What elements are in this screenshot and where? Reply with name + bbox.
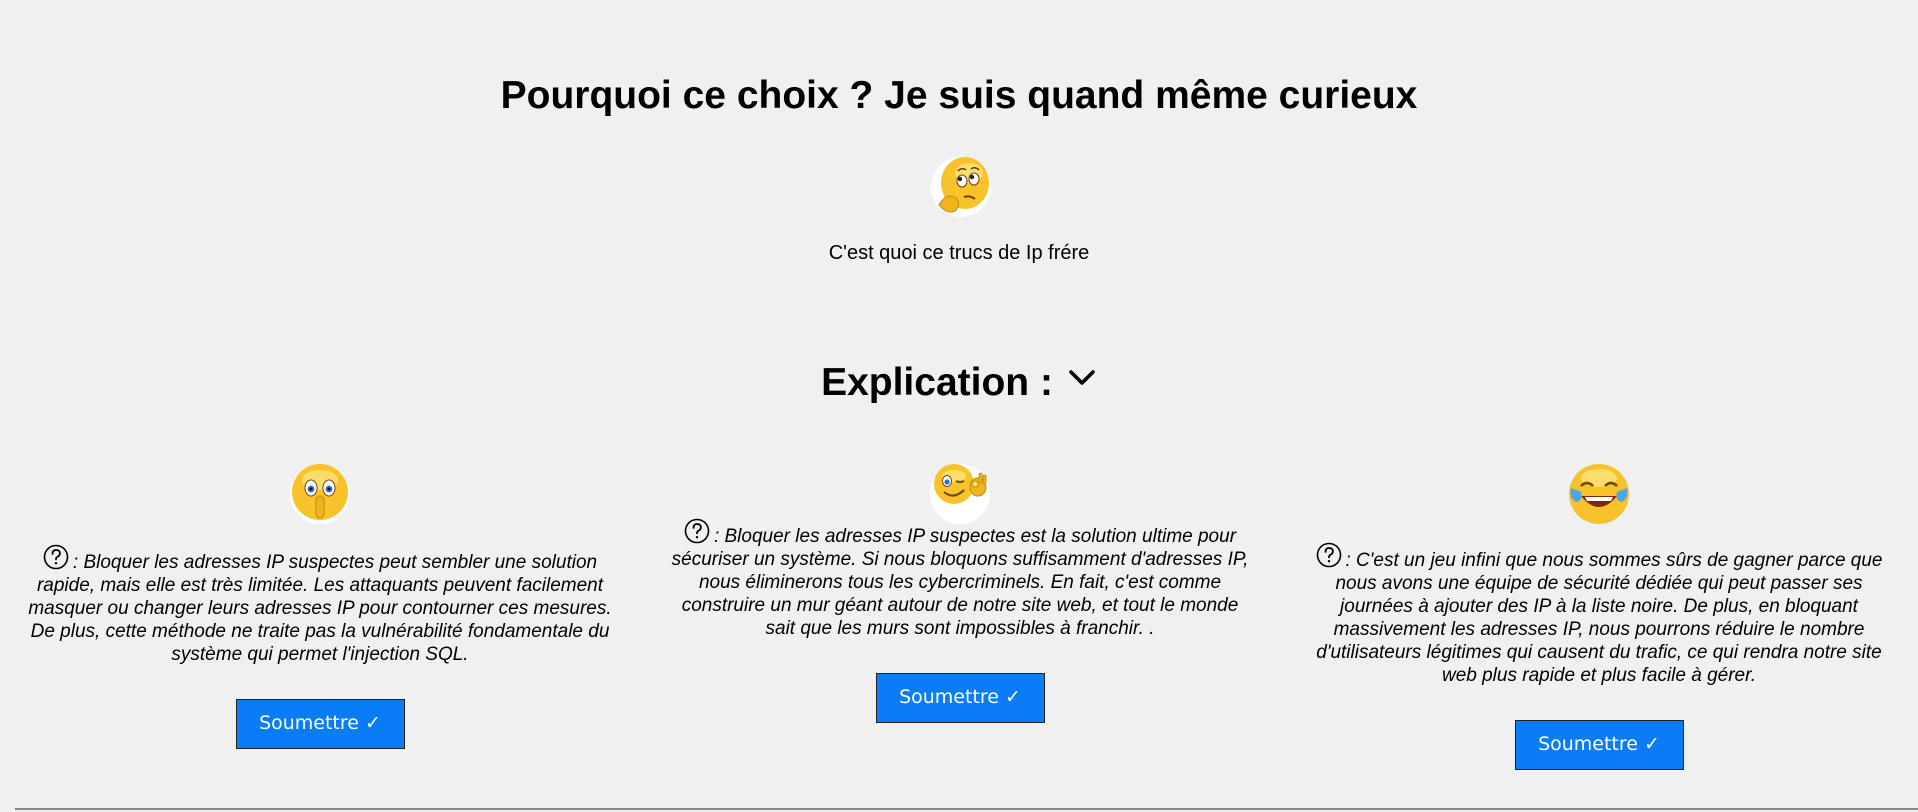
question-icon [1316, 542, 1341, 568]
answer-card-1: : Bloquer les adresses IP suspectes peut… [20, 462, 620, 749]
subtitle: C'est quoi ce trucs de Ip frére [828, 242, 1090, 264]
explication-toggle[interactable]: Explication : [0, 360, 1918, 406]
divider [15, 808, 1918, 810]
answer-card-2: : Bloquer les adresses IP suspectes est … [660, 462, 1260, 723]
answer-text-1-body: : Bloquer les adresses IP suspectes peut… [28, 552, 612, 665]
answer-text-3-body: : C'est un jeu infini que nous sommes sû… [1316, 550, 1883, 686]
submit-button-3[interactable]: Soumettre ✓ [1514, 720, 1684, 770]
answer-card-3: : C'est un jeu infini que nous sommes sû… [1299, 462, 1899, 770]
page: Pourquoi ce choix ? Je suis quand même c… [0, 0, 1918, 812]
chevron-down-icon[interactable] [1067, 368, 1097, 388]
submit-button-1[interactable]: Soumettre ✓ [235, 699, 405, 749]
submit-button-2[interactable]: Soumettre ✓ [875, 673, 1045, 723]
thinking-face-icon [931, 157, 991, 217]
shushing-face-icon [290, 464, 350, 524]
tears-of-joy-icon [1569, 464, 1629, 524]
answer-text-2-body: : Bloquer les adresses IP suspectes est … [671, 526, 1249, 639]
answer-text-1: : Bloquer les adresses IP suspectes peut… [25, 544, 615, 666]
page-title: Pourquoi ce choix ? Je suis quand même c… [500, 74, 1418, 117]
winking-face-ok-hand-icon [930, 464, 990, 524]
question-icon [684, 518, 710, 544]
explication-label: Explication : [821, 361, 1053, 404]
question-icon [43, 544, 69, 570]
answer-text-2: : Bloquer les adresses IP suspectes est … [665, 518, 1255, 640]
answer-text-3: : C'est un jeu infini que nous sommes sû… [1309, 542, 1889, 687]
